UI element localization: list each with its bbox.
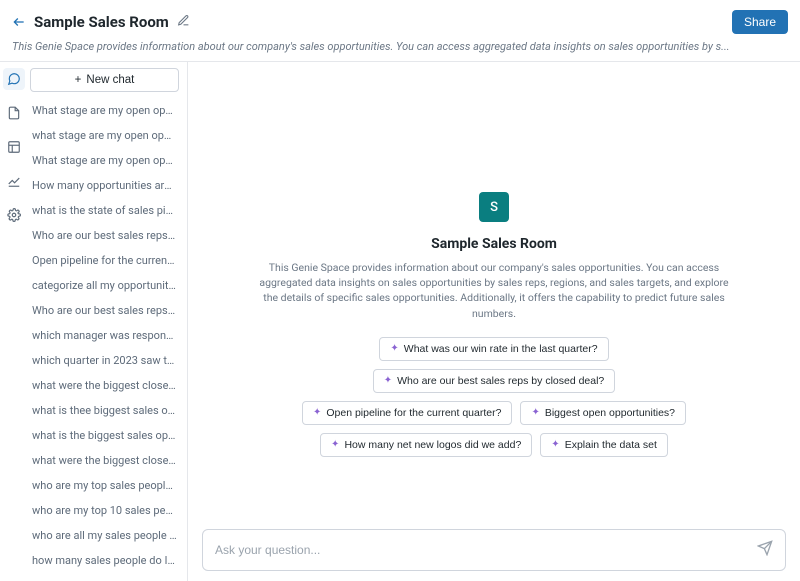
rail-document-icon[interactable] bbox=[3, 102, 25, 124]
new-chat-label: New chat bbox=[86, 74, 134, 86]
new-chat-button[interactable]: + New chat bbox=[30, 68, 179, 92]
chat-history-item[interactable]: Who are our best sales reps by ... bbox=[28, 223, 181, 248]
chat-history-item[interactable]: what stage are my open opportu... bbox=[28, 123, 181, 148]
chat-sidebar: + New chat What stage are my open opport… bbox=[28, 62, 188, 581]
sparkle-icon: ✦ bbox=[390, 343, 398, 354]
send-icon[interactable] bbox=[757, 540, 773, 560]
input-area bbox=[188, 529, 800, 581]
suggestion-button[interactable]: ✦ Biggest open opportunities? bbox=[520, 401, 686, 425]
rail-data-icon[interactable] bbox=[3, 136, 25, 158]
welcome-area: S Sample Sales Room This Genie Space pro… bbox=[188, 62, 800, 529]
chat-history-item[interactable]: which quarter in 2023 saw the ... bbox=[28, 348, 181, 373]
chat-history-item[interactable]: who are all my sales people man... bbox=[28, 523, 181, 548]
chat-history-item[interactable]: what were the biggest closed de... bbox=[28, 373, 181, 398]
chat-history-item[interactable]: What stage are my open opport... bbox=[28, 98, 181, 123]
chat-history-item[interactable]: Open pipeline for the current qu... bbox=[28, 248, 181, 273]
sparkle-icon: ✦ bbox=[384, 375, 392, 386]
page-header: Sample Sales Room Share bbox=[0, 0, 800, 40]
page-title: Sample Sales Room bbox=[34, 13, 169, 31]
chat-history-item[interactable]: what is thee biggest sales oppor... bbox=[28, 398, 181, 423]
suggestion-button[interactable]: ✦ Open pipeline for the current quarter? bbox=[302, 401, 513, 425]
sparkle-icon: ✦ bbox=[551, 439, 559, 450]
suggestion-button[interactable]: ✦ Who are our best sales reps by closed d… bbox=[373, 369, 616, 393]
sparkle-icon: ✦ bbox=[313, 407, 321, 418]
suggestion-button[interactable]: ✦ How many net new logos did we add? bbox=[320, 433, 532, 457]
suggestion-label: Who are our best sales reps by closed de… bbox=[397, 375, 604, 387]
sparkle-icon: ✦ bbox=[531, 407, 539, 418]
suggestion-label: Open pipeline for the current quarter? bbox=[326, 407, 501, 419]
suggestion-label: Explain the data set bbox=[565, 439, 657, 451]
suggestion-label: What was our win rate in the last quarte… bbox=[404, 343, 598, 355]
chat-history-item[interactable]: who are my top 10 sales people ... bbox=[28, 498, 181, 523]
room-description: This Genie Space provides information ab… bbox=[259, 260, 729, 321]
suggestion-row: ✦Open pipeline for the current quarter?✦… bbox=[302, 401, 686, 425]
chat-history-item[interactable]: what is the state of sales pipeline? bbox=[28, 198, 181, 223]
chat-history-item[interactable]: What stage are my open opport... bbox=[28, 148, 181, 173]
suggestion-button[interactable]: ✦ What was our win rate in the last quart… bbox=[379, 337, 608, 361]
page-subheader: This Genie Space provides information ab… bbox=[0, 40, 800, 62]
room-avatar: S bbox=[479, 192, 509, 222]
chat-history-item[interactable]: categorize all my opportunities ... bbox=[28, 273, 181, 298]
main-panel: S Sample Sales Room This Genie Space pro… bbox=[188, 62, 800, 581]
back-arrow-icon[interactable] bbox=[12, 15, 26, 29]
chat-history-list: What stage are my open opport...what sta… bbox=[28, 98, 181, 581]
plus-icon: + bbox=[75, 74, 82, 86]
chat-history-item[interactable]: who are my top sales people all ... bbox=[28, 473, 181, 498]
rail-chart-icon[interactable] bbox=[3, 170, 25, 192]
chat-history-item[interactable]: what were the biggest closed de... bbox=[28, 448, 181, 473]
suggestion-row: ✦ Who are our best sales reps by closed d… bbox=[373, 369, 616, 393]
suggestion-container: ✦ What was our win rate in the last quart… bbox=[302, 337, 686, 457]
suggestion-label: How many net new logos did we add? bbox=[344, 439, 521, 451]
question-input[interactable] bbox=[215, 543, 757, 557]
chat-history-item[interactable]: how many sales people do I have? bbox=[28, 548, 181, 573]
chat-history-item[interactable]: Who are our best sales reps by ... bbox=[28, 298, 181, 323]
rail-chat-icon[interactable] bbox=[3, 68, 25, 90]
edit-icon[interactable] bbox=[177, 14, 190, 31]
suggestion-label: Biggest open opportunities? bbox=[545, 407, 675, 419]
sparkle-icon: ✦ bbox=[331, 439, 339, 450]
chat-history-item[interactable]: top 10 sales reps? bbox=[28, 573, 181, 581]
chat-history-item[interactable]: How many opportunities are in e... bbox=[28, 173, 181, 198]
suggestion-button[interactable]: ✦ Explain the data set bbox=[540, 433, 668, 457]
chat-history-item[interactable]: which manager was responsible ... bbox=[28, 323, 181, 348]
suggestion-row: ✦ What was our win rate in the last quart… bbox=[379, 337, 608, 361]
input-bar bbox=[202, 529, 786, 571]
chat-history-item[interactable]: what is the biggest sales opport... bbox=[28, 423, 181, 448]
suggestion-row: ✦ How many net new logos did we add? ✦ Expl… bbox=[320, 433, 668, 457]
rail-settings-icon[interactable] bbox=[3, 204, 25, 226]
room-title: Sample Sales Room bbox=[431, 236, 557, 252]
icon-rail bbox=[0, 62, 28, 581]
share-button[interactable]: Share bbox=[732, 10, 788, 34]
